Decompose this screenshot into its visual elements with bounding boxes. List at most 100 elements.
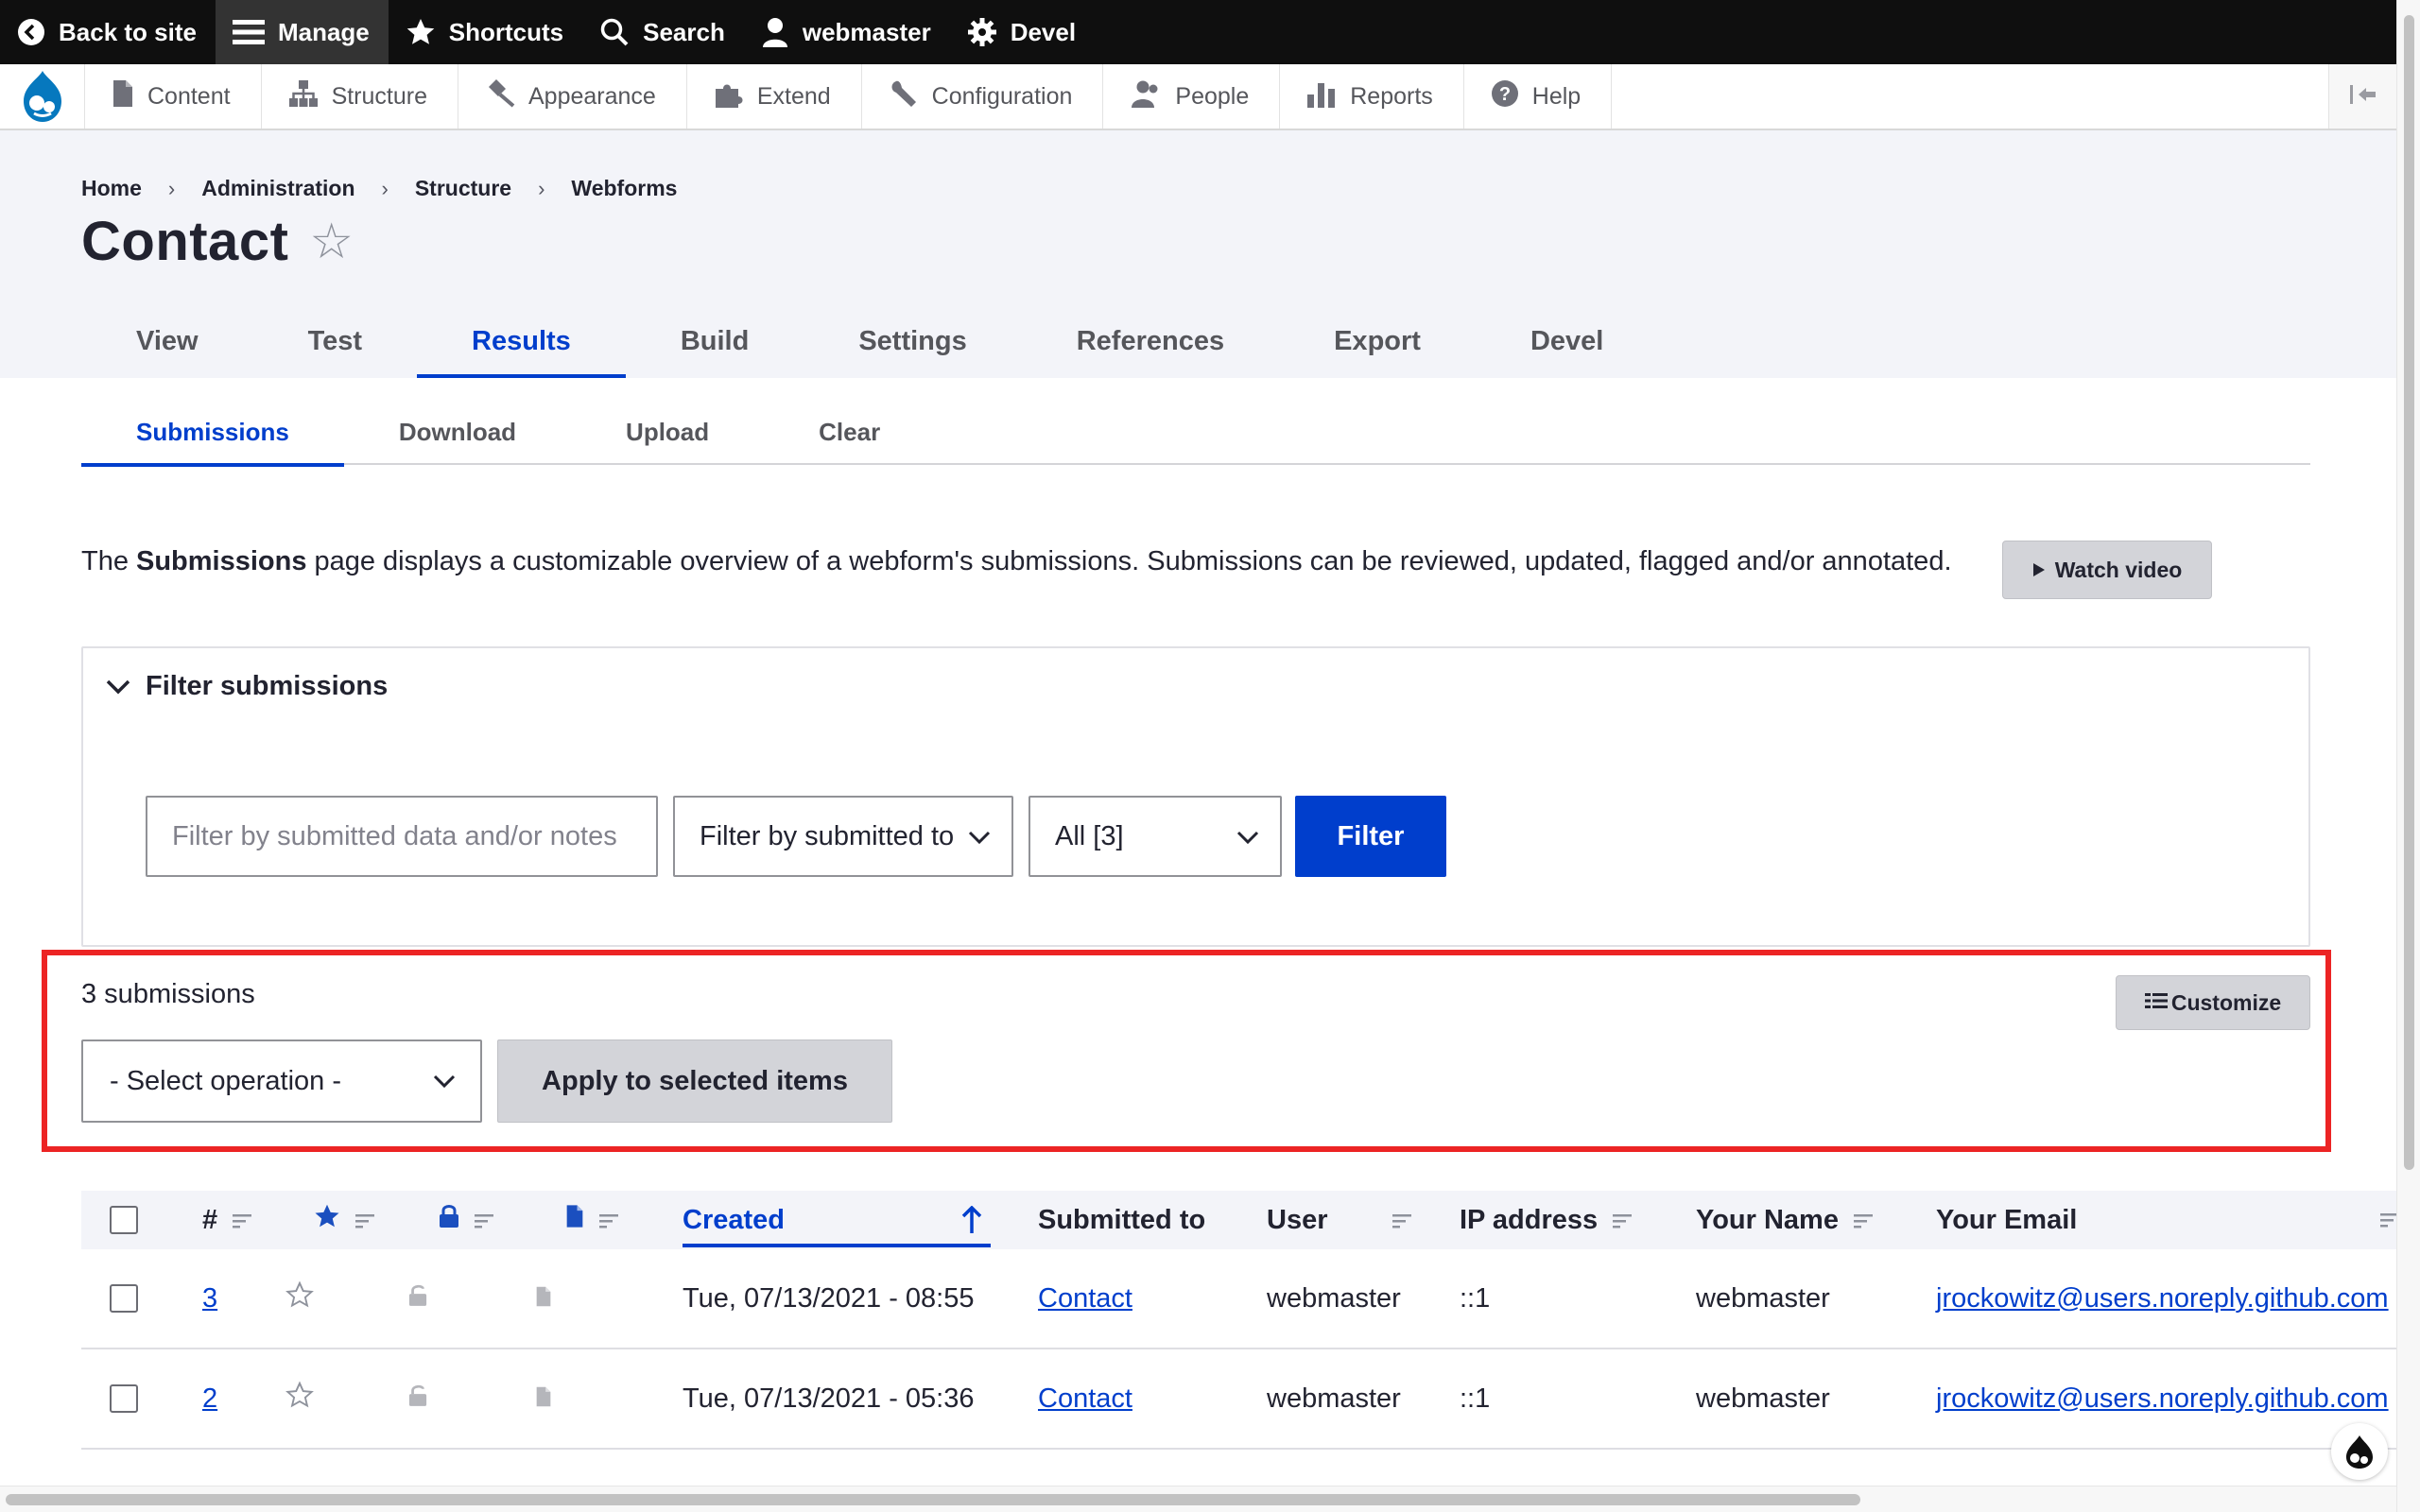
submission-id-link[interactable]: 3 [202,1283,217,1314]
tray-configuration-label: Configuration [931,82,1073,110]
header-number[interactable]: # [202,1191,252,1249]
tab-test[interactable]: Test [253,304,417,378]
customize-label: Customize [2170,989,2282,1015]
tray-structure[interactable]: Structure [262,64,458,129]
row-checkbox[interactable] [110,1284,138,1313]
page-title: Contact [81,211,289,272]
submitted-to-value: Filter by submitted to [700,820,955,851]
keyword-filter-input[interactable]: Filter by submitted data and/or notes [146,796,658,877]
row-checkbox[interactable] [110,1384,138,1413]
horizontal-scrollbar[interactable] [0,1486,2396,1512]
header-created[interactable]: Created [683,1191,785,1249]
back-to-site-link[interactable]: Back to site [0,0,216,64]
file-icon[interactable] [535,1283,552,1314]
tab-view[interactable]: View [81,304,253,378]
submitted-to-select[interactable]: Filter by submitted to [673,796,1013,877]
header-user[interactable]: User [1267,1191,1411,1249]
submitted-to-link[interactable]: Contact [1038,1283,1132,1314]
header-ip[interactable]: IP address [1460,1191,1633,1249]
tray-reports[interactable]: Reports [1280,64,1464,129]
tab-devel[interactable]: Devel [1476,304,1658,378]
unlock-icon[interactable] [408,1283,427,1314]
tray-appearance[interactable]: Appearance [458,64,687,129]
star-outline-icon[interactable] [285,1381,314,1417]
breadcrumb-home[interactable]: Home [81,176,142,201]
table-row[interactable]: 2 Tue, 07/13/2021 - 05:36 Contact webmas… [81,1349,2396,1450]
tab-settings[interactable]: Settings [804,304,1021,378]
unlock-icon[interactable] [408,1383,427,1415]
select-all-cell [110,1191,138,1249]
select-all-checkbox[interactable] [110,1206,138,1234]
tab-export[interactable]: Export [1279,304,1476,378]
header-submitted-to-label: Submitted to [1038,1204,1206,1235]
submitted-to-link[interactable]: Contact [1038,1383,1132,1415]
tray-people[interactable]: People [1103,64,1281,129]
star-outline-icon[interactable] [285,1280,314,1316]
header-sticky[interactable] [314,1191,374,1249]
description-after: page displays a customizable overview of… [314,546,1952,576]
row-select-cell [110,1349,138,1448]
filter-toggle[interactable]: Filter submissions [106,671,388,702]
table-row[interactable]: 3 Tue, 07/13/2021 - 08:55 Contact webmas… [81,1249,2396,1349]
customize-button[interactable]: Customize [2116,975,2310,1030]
row-sticky-cell [285,1249,314,1348]
vertical-scrollbar[interactable] [2396,0,2420,1512]
tray-extend[interactable]: Extend [687,64,862,129]
primary-tabs: View Test Results Build Settings Referen… [81,304,1658,378]
vertical-scrollbar-thumb[interactable] [2404,15,2414,1170]
row-ip: ::1 [1460,1282,1491,1314]
filter-button[interactable]: Filter [1295,796,1446,877]
header-your-name[interactable]: Your Name [1696,1191,1873,1249]
breadcrumb: Home › Administration › Structure › Webf… [81,176,677,201]
breadcrumb-separator-icon: › [381,176,389,200]
favorite-star-icon[interactable]: ☆ [309,217,354,266]
watch-video-button[interactable]: Watch video [2002,541,2212,599]
tab-results[interactable]: Results [417,304,626,378]
file-icon[interactable] [535,1383,552,1415]
state-select[interactable]: All [3] [1028,796,1282,877]
row-created: Tue, 07/13/2021 - 05:36 [683,1383,975,1414]
puzzle-icon [714,79,744,114]
breadcrumb-structure[interactable]: Structure [415,176,511,201]
shortcuts-tab[interactable]: Shortcuts [389,0,582,64]
structure-icon [288,79,319,114]
manage-tab[interactable]: Manage [215,0,389,64]
search-icon [599,17,630,47]
apply-to-selected-button[interactable]: Apply to selected items [497,1040,892,1123]
tab-clear[interactable]: Clear [764,404,935,465]
tab-references[interactable]: References [1022,304,1279,378]
header-your-email[interactable]: Your Email [1936,1191,2077,1249]
user-tab[interactable]: webmaster [744,0,950,64]
row-email-cell: jrockowitz@users.noreply.github.com [1936,1249,2389,1348]
tray-orientation-toggle[interactable] [2328,64,2396,129]
email-link[interactable]: jrockowitz@users.noreply.github.com [1936,1283,2389,1314]
page-header: Home › Administration › Structure › Webf… [0,130,2396,378]
tray-content[interactable]: Content [85,64,262,129]
chevron-down-icon [106,671,130,702]
submission-id-link[interactable]: 2 [202,1383,217,1415]
tab-build[interactable]: Build [626,304,804,378]
tray-help[interactable]: ? Help [1464,64,1613,129]
tab-submissions[interactable]: Submissions [81,404,344,467]
wrench-icon [889,79,919,114]
header-locked[interactable] [439,1191,493,1249]
search-tab[interactable]: Search [582,0,744,64]
drupal-drop-icon[interactable] [2331,1423,2388,1480]
tray-configuration[interactable]: Configuration [862,64,1104,129]
horizontal-scrollbar-thumb[interactable] [6,1494,1860,1505]
chevron-down-icon [431,1068,458,1102]
header-notes[interactable] [565,1191,618,1249]
row-select-cell [110,1249,138,1348]
devel-tab[interactable]: Devel [950,0,1095,64]
tray-spacer [1612,64,2328,129]
tray-content-label: Content [147,82,231,110]
email-link[interactable]: jrockowitz@users.noreply.github.com [1936,1383,2389,1415]
breadcrumb-webforms[interactable]: Webforms [571,176,677,201]
bulk-operation-select[interactable]: - Select operation - [81,1040,482,1123]
shortcuts-label: Shortcuts [448,17,564,46]
tab-upload[interactable]: Upload [571,404,764,465]
drupal-logo-icon[interactable] [0,64,85,129]
breadcrumb-administration[interactable]: Administration [201,176,354,201]
header-number-label: # [202,1204,218,1235]
tab-download[interactable]: Download [344,404,571,465]
